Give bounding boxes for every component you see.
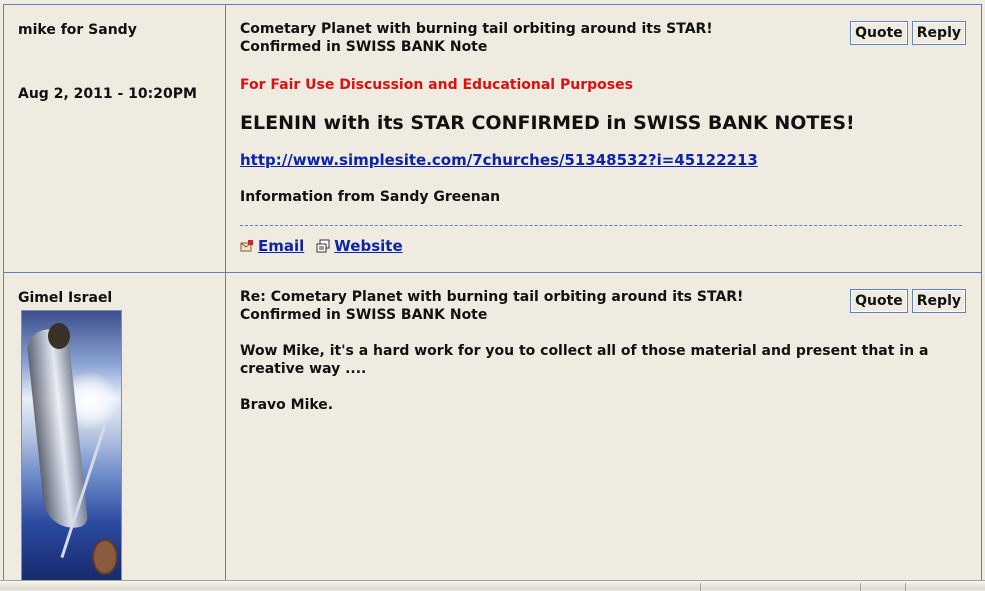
post-actions: Quote Reply [850,21,966,45]
post-message-column: Re: Cometary Planet with burning tail or… [226,273,981,580]
post-headline: ELENIN with its STAR CONFIRMED in SWISS … [240,112,855,134]
avatar-disc [92,539,118,575]
post-author-name: Gimel Israel [18,290,113,306]
post-date: Aug 2, 2011 - 10:20PM [18,86,197,102]
email-link-item[interactable]: Email [240,237,304,255]
forum-thread: mike for Sandy Aug 2, 2011 - 10:20PM Com… [3,4,982,580]
post-message-column: Cometary Planet with burning tail orbiti… [226,5,981,272]
post-link[interactable]: http://www.simplesite.com/7churches/5134… [240,150,758,170]
post-author-name: mike for Sandy [18,22,137,38]
avatar-head [48,323,70,349]
browser-status-bar [0,580,985,591]
quote-button[interactable]: Quote [850,21,908,45]
post-actions: Quote Reply [850,289,966,313]
post-signoff: Bravo Mike. [240,397,334,413]
avatar-image [21,310,122,580]
website-link[interactable]: Website [334,237,402,255]
post-author-column: mike for Sandy Aug 2, 2011 - 10:20PM [4,5,226,272]
page-viewport: mike for Sandy Aug 2, 2011 - 10:20PM Com… [0,0,985,580]
fair-use-disclaimer: For Fair Use Discussion and Educational … [240,77,633,93]
post-title: Cometary Planet with burning tail orbiti… [240,21,713,55]
post-title: Re: Cometary Planet with burning tail or… [240,289,744,323]
post-separator [240,225,962,226]
forum-post: Gimel Israel Re: Cometary Planet with bu… [4,273,981,580]
post-author-column: Gimel Israel [4,273,226,580]
reply-button[interactable]: Reply [911,21,966,45]
post-contact-links: Email Website [240,237,967,255]
website-link-item[interactable]: Website [316,237,403,255]
quote-button[interactable]: Quote [850,289,908,313]
forum-post: mike for Sandy Aug 2, 2011 - 10:20PM Com… [4,5,981,273]
email-icon [240,240,253,252]
website-icon [316,239,330,253]
post-body: Wow Mike, it's a hard work for you to co… [240,343,929,377]
email-link[interactable]: Email [258,237,304,255]
reply-button[interactable]: Reply [911,289,966,313]
post-source-info: Information from Sandy Greenan [240,189,501,205]
